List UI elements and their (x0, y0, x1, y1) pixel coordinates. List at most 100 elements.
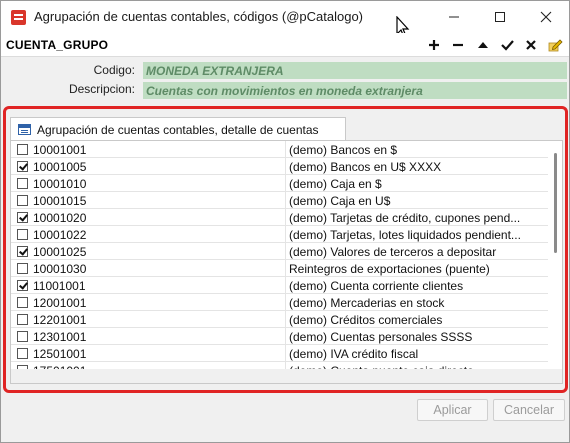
list-item[interactable]: 10001022 (demo) Tarjetas, lotes liquidado… (11, 226, 549, 243)
tab-detalle-cuentas[interactable]: Agrupación de cuentas contables, detalle… (10, 117, 346, 141)
account-code: 10001001 (33, 143, 87, 157)
account-description: (demo) Mercaderias en stock (289, 296, 445, 310)
minimize-button[interactable] (431, 1, 477, 33)
descripcion-label: Descripcion: (68, 82, 135, 96)
row-checkbox[interactable] (17, 263, 28, 274)
list-item[interactable]: 12301001 (demo) Cuentas personales SSSS (11, 328, 549, 345)
account-code: 10001025 (33, 245, 87, 259)
remove-button[interactable] (450, 37, 466, 53)
vertical-scrollbar[interactable] (548, 141, 562, 369)
codigo-label: Codigo: (93, 63, 135, 77)
row-checkbox[interactable] (17, 246, 28, 257)
column-divider (285, 260, 286, 277)
row-checkbox[interactable] (17, 144, 28, 155)
account-code: 12201001 (33, 313, 87, 327)
minus-icon (453, 43, 463, 47)
column-divider (285, 277, 286, 294)
toolbar: CUENTA_GRUPO (1, 33, 569, 57)
close-icon (540, 11, 552, 23)
add-button[interactable] (426, 37, 442, 53)
column-divider (285, 175, 286, 192)
maximize-button[interactable] (477, 1, 523, 33)
account-description: Reintegros de exportaciones (puente) (289, 262, 490, 276)
column-divider (285, 294, 286, 311)
column-divider (285, 311, 286, 328)
account-description: (demo) Valores de terceros a depositar (289, 245, 497, 259)
list-item[interactable]: 10001010 (demo) Caja en $ (11, 175, 549, 192)
account-code: 12301001 (33, 330, 87, 344)
row-checkbox[interactable] (17, 161, 28, 172)
account-description: (demo) Tarjetas, lotes liquidados pendie… (289, 228, 521, 242)
list-item[interactable]: 10001001 (demo) Bancos en $ (11, 141, 549, 158)
descripcion-field[interactable]: Cuentas con movimientos en moneda extran… (143, 82, 567, 99)
pencil-note-icon (548, 39, 563, 52)
codigo-field[interactable]: MONEDA EXTRANJERA (143, 62, 567, 79)
row-checkbox[interactable] (17, 212, 28, 223)
accounts-list[interactable]: 10001001 (demo) Bancos en $ 10001005 (demo)… (10, 140, 563, 384)
x-icon (526, 40, 536, 50)
list-item[interactable]: 12501001 (demo) IVA crédito fiscal (11, 345, 549, 362)
row-checkbox[interactable] (17, 195, 28, 206)
column-divider (285, 158, 286, 175)
close-button[interactable] (523, 1, 569, 33)
list-item[interactable]: 10001030 Reintegros de exportaciones (pue… (11, 260, 549, 277)
account-code: 10001022 (33, 228, 87, 242)
app-icon (11, 10, 26, 25)
column-divider (285, 226, 286, 243)
column-divider (285, 192, 286, 209)
maximize-icon (495, 12, 505, 22)
account-code: 11001001 (33, 279, 86, 293)
account-description: (demo) Cuenta corriente clientes (289, 279, 464, 293)
account-description: (demo) Caja en $ (289, 177, 382, 191)
triangle-up-icon (478, 42, 488, 48)
row-checkbox[interactable] (17, 280, 28, 291)
minimize-icon (449, 16, 459, 18)
cancel-button[interactable]: Cancelar (493, 399, 565, 421)
row-checkbox[interactable] (17, 178, 28, 189)
window-title: Agrupación de cuentas contables, códigos… (34, 9, 364, 24)
account-description: (demo) Créditos comerciales (289, 313, 443, 327)
account-description: (demo) Caja en U$ (289, 194, 391, 208)
account-code: 12001001 (33, 296, 87, 310)
title-bar[interactable]: Agrupación de cuentas contables, códigos… (1, 1, 569, 38)
list-item[interactable]: 10001020 (demo) Tarjetas de crédito, cupo… (11, 209, 549, 226)
check-icon (500, 40, 514, 51)
cancel-edit-button[interactable] (523, 37, 539, 53)
account-code: 12501001 (33, 347, 87, 361)
account-code: 10001010 (33, 177, 87, 191)
account-description: (demo) Bancos en $ (289, 143, 398, 157)
column-divider (285, 141, 286, 158)
row-checkbox[interactable] (17, 229, 28, 240)
form-icon (18, 124, 31, 135)
account-code: 10001020 (33, 211, 87, 225)
account-code: 10001005 (33, 160, 87, 174)
list-item[interactable]: 12201001 (demo) Créditos comerciales (11, 311, 549, 328)
horizontal-scrollbar[interactable] (11, 369, 562, 383)
move-up-button[interactable] (475, 37, 491, 53)
account-description: (demo) Cuentas personales SSSS (289, 330, 473, 344)
list-item[interactable]: 10001025 (demo) Valores de terceros a dep… (11, 243, 549, 260)
tab-label: Agrupación de cuentas contables, detalle… (37, 123, 319, 137)
list-item[interactable]: 11001001 (demo) Cuenta corriente clientes (11, 277, 549, 294)
row-checkbox[interactable] (17, 348, 28, 359)
row-checkbox[interactable] (17, 331, 28, 342)
account-code: 10001015 (33, 194, 87, 208)
account-description: (demo) IVA crédito fiscal (289, 347, 419, 361)
account-code: 10001030 (33, 262, 87, 276)
list-item[interactable]: 10001015 (demo) Caja en U$ (11, 192, 549, 209)
toolbar-title: CUENTA_GRUPO (6, 38, 109, 52)
account-description: (demo) Tarjetas de crédito, cupones pend… (289, 211, 521, 225)
detail-panel: Agrupación de cuentas contables, detalle… (3, 106, 568, 393)
edit-button[interactable] (547, 37, 563, 53)
account-description: (demo) Bancos en U$ XXXX (289, 160, 442, 174)
column-divider (285, 328, 286, 345)
row-checkbox[interactable] (17, 297, 28, 308)
row-checkbox[interactable] (17, 314, 28, 325)
column-divider (285, 209, 286, 226)
list-item[interactable]: 10001005 (demo) Bancos en U$ XXXX (11, 158, 549, 175)
apply-button[interactable]: Aplicar (417, 399, 488, 421)
window: Agrupación de cuentas contables, códigos… (0, 0, 570, 443)
confirm-button[interactable] (499, 37, 515, 53)
scrollbar-thumb[interactable] (554, 153, 557, 253)
list-item[interactable]: 12001001 (demo) Mercaderias en stock (11, 294, 549, 311)
